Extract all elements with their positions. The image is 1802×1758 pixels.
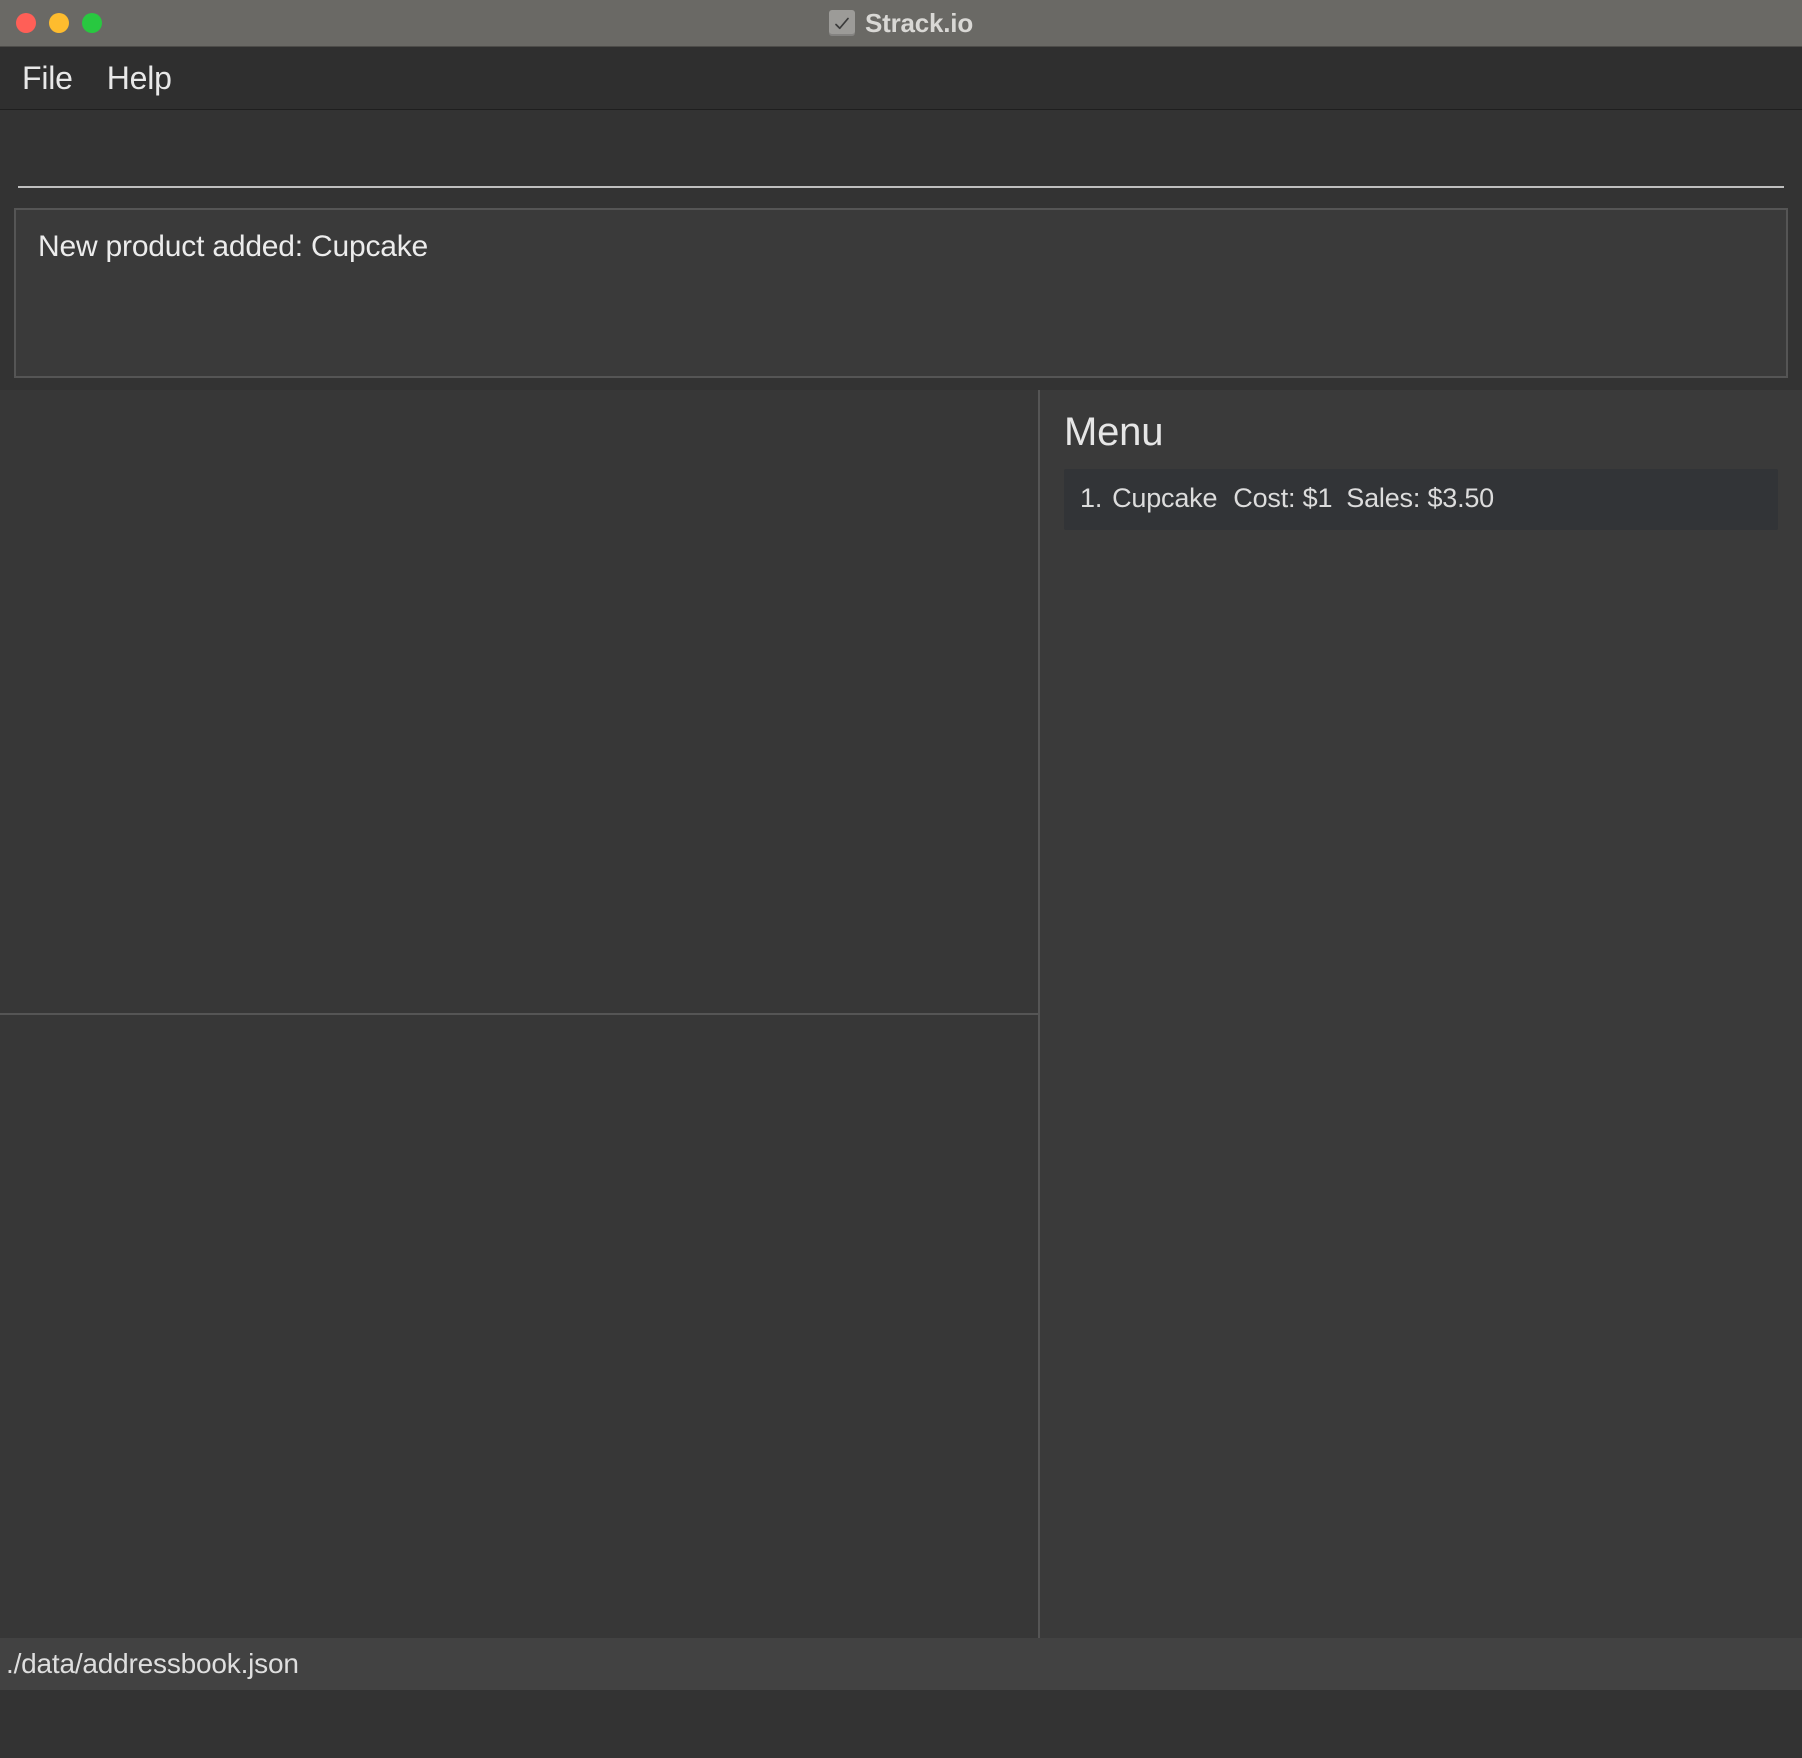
toolbar-strip (18, 110, 1784, 188)
menu-item[interactable]: 1. Cupcake Cost: $1 Sales: $3.50 (1064, 469, 1778, 530)
menu-list: 1. Cupcake Cost: $1 Sales: $3.50 (1064, 469, 1778, 530)
menubar: File Help (0, 47, 1802, 110)
statusbar: ./data/addressbook.json (0, 1638, 1802, 1690)
menu-item-sales-value: $3.50 (1427, 483, 1494, 513)
right-column: Menu 1. Cupcake Cost: $1 Sales: $3.50 (1040, 390, 1802, 1638)
menu-item-sales: Sales: $3.50 (1346, 483, 1494, 514)
menu-item-cost-value: $1 (1303, 483, 1333, 513)
menu-header: Menu (1064, 410, 1778, 455)
menu-item-sales-label: Sales: (1346, 483, 1420, 513)
left-top-panel (0, 390, 1038, 1015)
notification-area: New product added: Cupcake (0, 198, 1802, 390)
notification-panel: New product added: Cupcake (14, 208, 1788, 378)
statusbar-path: ./data/addressbook.json (6, 1648, 299, 1680)
left-bottom-panel (0, 1015, 1038, 1638)
menu-item-cost-label: Cost: (1233, 483, 1295, 513)
menu-item-index: 1. (1080, 483, 1102, 514)
main-area: Menu 1. Cupcake Cost: $1 Sales: $3.50 (0, 390, 1802, 1638)
window-controls (0, 13, 102, 33)
window-title: Strack.io (865, 8, 973, 39)
menu-file[interactable]: File (22, 60, 73, 97)
app-icon (829, 10, 855, 36)
notification-message: New product added: Cupcake (38, 230, 428, 263)
menu-item-name: Cupcake (1112, 483, 1217, 514)
minimize-window-button[interactable] (49, 13, 69, 33)
menu-help[interactable]: Help (107, 60, 172, 97)
left-column (0, 390, 1040, 1638)
titlebar: Strack.io (0, 0, 1802, 47)
menu-item-cost: Cost: $1 (1233, 483, 1332, 514)
close-window-button[interactable] (16, 13, 36, 33)
zoom-window-button[interactable] (82, 13, 102, 33)
spacer (0, 188, 1802, 198)
title-center: Strack.io (0, 8, 1802, 39)
